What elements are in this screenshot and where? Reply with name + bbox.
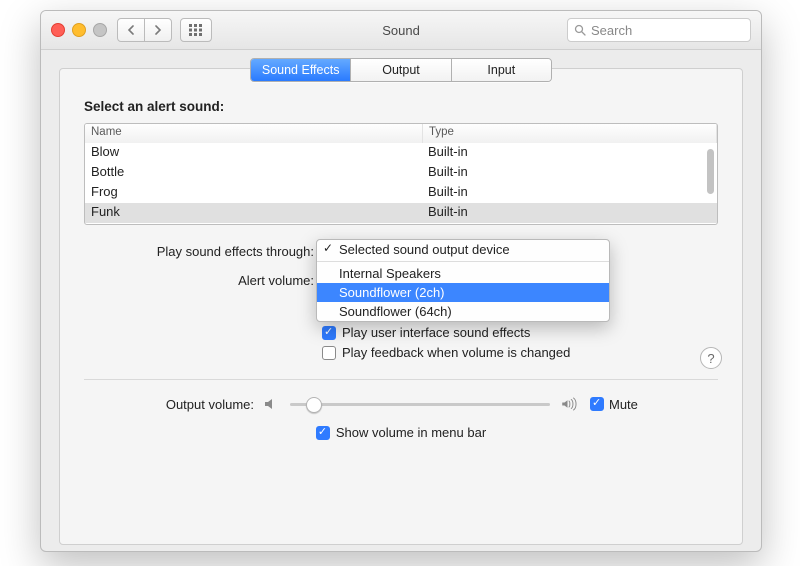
alert-sound-table[interactable]: Name Type Blow Built-in Bottle Built-in … xyxy=(84,123,718,225)
close-icon[interactable] xyxy=(51,23,65,37)
menu-item-soundflower-2ch[interactable]: Soundflower (2ch) xyxy=(317,283,609,302)
search-icon xyxy=(574,24,586,36)
table-row[interactable]: Funk Built-in xyxy=(85,203,717,223)
speaker-low-icon xyxy=(262,395,280,413)
chevron-right-icon xyxy=(154,25,162,35)
search-field[interactable]: Search xyxy=(567,18,751,42)
volume-feedback-checkbox[interactable] xyxy=(322,346,336,360)
minimize-icon[interactable] xyxy=(72,23,86,37)
speaker-high-icon xyxy=(560,395,578,413)
tab-output[interactable]: Output xyxy=(351,59,451,81)
menu-item-internal-speakers[interactable]: Internal Speakers xyxy=(317,264,609,283)
menu-item-selected-output[interactable]: ✓ Selected sound output device xyxy=(317,240,609,259)
output-device-menu: ✓ Selected sound output device Internal … xyxy=(316,239,610,322)
tab-input[interactable]: Input xyxy=(452,59,551,81)
ui-sound-effects-row: Play user interface sound effects xyxy=(322,325,712,340)
mute-checkbox[interactable] xyxy=(590,397,604,411)
output-volume-label: Output volume: xyxy=(84,397,262,412)
help-button[interactable]: ? xyxy=(700,347,722,369)
nav-buttons xyxy=(117,18,172,42)
zoom-icon[interactable] xyxy=(93,23,107,37)
show-volume-menubar-checkbox[interactable] xyxy=(316,426,330,440)
mute-container: Mute xyxy=(590,397,638,412)
back-button[interactable] xyxy=(117,18,145,42)
table-body: Blow Built-in Bottle Built-in Frog Built… xyxy=(85,143,717,223)
table-row[interactable]: Blow Built-in xyxy=(85,143,717,163)
mute-label: Mute xyxy=(609,397,638,412)
output-volume-row: Output volume: Mute xyxy=(84,395,718,413)
play-through-label: Play sound effects through: xyxy=(84,244,320,259)
ui-sound-effects-checkbox[interactable] xyxy=(322,326,336,340)
col-type[interactable]: Type xyxy=(423,124,717,143)
forward-button[interactable] xyxy=(144,18,172,42)
content-panel: Sound Effects Output Input Select an ale… xyxy=(59,68,743,545)
volume-feedback-label: Play feedback when volume is changed xyxy=(342,345,570,360)
menu-separator xyxy=(317,261,609,262)
menu-item-soundflower-64ch[interactable]: Soundflower (64ch) xyxy=(317,302,609,321)
ui-sound-effects-label: Play user interface sound effects xyxy=(342,325,530,340)
grid-icon xyxy=(189,24,203,36)
traffic-lights xyxy=(51,23,107,37)
show-all-button[interactable] xyxy=(180,18,212,42)
chevron-left-icon xyxy=(127,25,135,35)
checkmark-icon: ✓ xyxy=(323,241,333,255)
alert-sound-heading: Select an alert sound: xyxy=(84,99,224,114)
show-volume-menubar-row: Show volume in menu bar xyxy=(60,425,742,440)
volume-feedback-row: Play feedback when volume is changed xyxy=(322,345,712,360)
table-row[interactable]: Frog Built-in xyxy=(85,183,717,203)
table-row[interactable]: Bottle Built-in xyxy=(85,163,717,183)
tab-sound-effects[interactable]: Sound Effects xyxy=(251,59,351,81)
search-placeholder: Search xyxy=(591,23,632,38)
table-header: Name Type xyxy=(85,124,717,143)
titlebar: Sound Search xyxy=(41,11,761,50)
slider-thumb[interactable] xyxy=(306,397,322,413)
slider-track xyxy=(290,403,550,406)
output-volume-slider[interactable] xyxy=(290,395,550,413)
scrollbar-thumb[interactable] xyxy=(707,149,714,194)
sound-prefpane-window: Sound Search Sound Effects Output Input … xyxy=(40,10,762,552)
divider xyxy=(84,379,718,380)
tabs: Sound Effects Output Input xyxy=(250,58,552,82)
alert-volume-label: Alert volume: xyxy=(84,273,320,288)
show-volume-menubar-label: Show volume in menu bar xyxy=(336,425,486,440)
col-name[interactable]: Name xyxy=(85,124,423,143)
